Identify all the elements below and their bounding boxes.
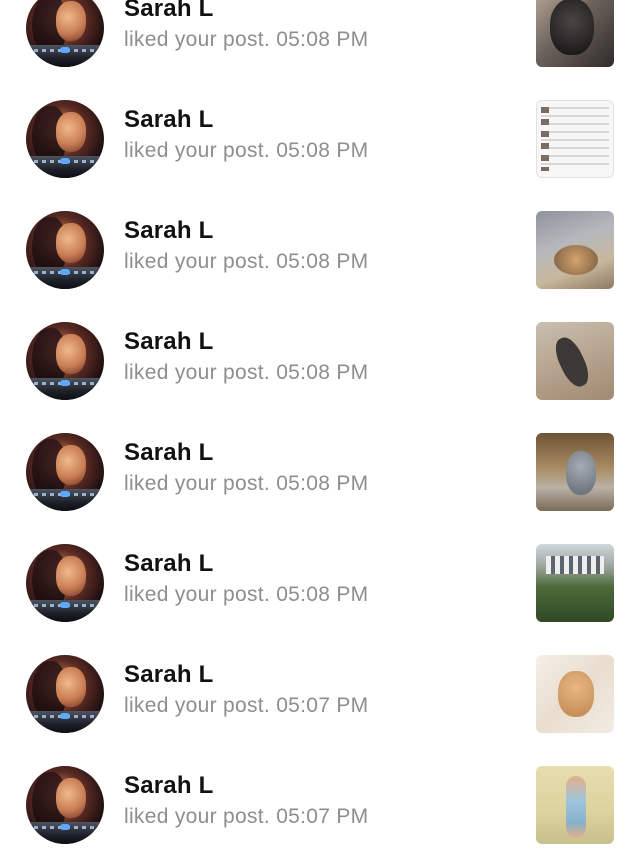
notification-row[interactable]: Sarah L liked your post. 05:08 PM: [0, 194, 640, 305]
post-thumbnail[interactable]: [536, 322, 614, 400]
notification-text: liked your post. 05:08 PM: [124, 583, 368, 607]
post-thumbnail[interactable]: [536, 544, 614, 622]
timestamp: 05:08 PM: [276, 139, 369, 162]
notification-row[interactable]: Sarah L liked your post. 05:08 PM: [0, 0, 640, 83]
avatar[interactable]: [26, 766, 104, 844]
action-text: liked your post.: [124, 694, 271, 717]
avatar[interactable]: [26, 100, 104, 178]
timestamp: 05:08 PM: [276, 361, 369, 384]
action-text: liked your post.: [124, 250, 271, 273]
user-name[interactable]: Sarah L: [124, 550, 213, 578]
avatar[interactable]: [26, 211, 104, 289]
user-name[interactable]: Sarah L: [124, 106, 213, 134]
avatar[interactable]: [26, 655, 104, 733]
notification-row[interactable]: Sarah L liked your post. 05:08 PM: [0, 83, 640, 194]
post-thumbnail[interactable]: [536, 655, 614, 733]
user-name[interactable]: Sarah L: [124, 328, 213, 356]
action-text: liked your post.: [124, 805, 271, 828]
notification-row[interactable]: Sarah L liked your post. 05:08 PM: [0, 305, 640, 416]
post-thumbnail[interactable]: [536, 433, 614, 511]
post-thumbnail[interactable]: [536, 211, 614, 289]
notification-text: liked your post. 05:07 PM: [124, 694, 368, 718]
notification-row[interactable]: Sarah L liked your post. 05:07 PM: [0, 749, 640, 860]
avatar[interactable]: [26, 322, 104, 400]
post-thumbnail[interactable]: [536, 0, 614, 67]
user-name[interactable]: Sarah L: [124, 439, 213, 467]
user-name[interactable]: Sarah L: [124, 217, 213, 245]
timestamp: 05:08 PM: [276, 28, 369, 51]
timestamp: 05:08 PM: [276, 583, 369, 606]
timestamp: 05:08 PM: [276, 472, 369, 495]
timestamp: 05:07 PM: [276, 805, 369, 828]
notification-text: liked your post. 05:08 PM: [124, 361, 368, 385]
action-text: liked your post.: [124, 472, 271, 495]
notification-row[interactable]: Sarah L liked your post. 05:08 PM: [0, 527, 640, 638]
action-text: liked your post.: [124, 361, 271, 384]
timestamp: 05:07 PM: [276, 694, 369, 717]
user-name[interactable]: Sarah L: [124, 0, 213, 23]
avatar[interactable]: [26, 0, 104, 67]
post-thumbnail[interactable]: [536, 100, 614, 178]
notification-text: liked your post. 05:08 PM: [124, 28, 368, 52]
notification-text: liked your post. 05:08 PM: [124, 139, 368, 163]
user-name[interactable]: Sarah L: [124, 772, 213, 800]
notification-list: Sarah L liked your post. 05:08 PM Sarah …: [0, 0, 640, 860]
action-text: liked your post.: [124, 28, 271, 51]
user-name[interactable]: Sarah L: [124, 661, 213, 689]
notification-text: liked your post. 05:08 PM: [124, 250, 368, 274]
post-thumbnail[interactable]: [536, 766, 614, 844]
notification-text: liked your post. 05:08 PM: [124, 472, 368, 496]
avatar[interactable]: [26, 433, 104, 511]
action-text: liked your post.: [124, 583, 271, 606]
avatar[interactable]: [26, 544, 104, 622]
notification-text: liked your post. 05:07 PM: [124, 805, 368, 829]
action-text: liked your post.: [124, 139, 271, 162]
notification-row[interactable]: Sarah L liked your post. 05:07 PM: [0, 638, 640, 749]
notification-row[interactable]: Sarah L liked your post. 05:08 PM: [0, 416, 640, 527]
timestamp: 05:08 PM: [276, 250, 369, 273]
